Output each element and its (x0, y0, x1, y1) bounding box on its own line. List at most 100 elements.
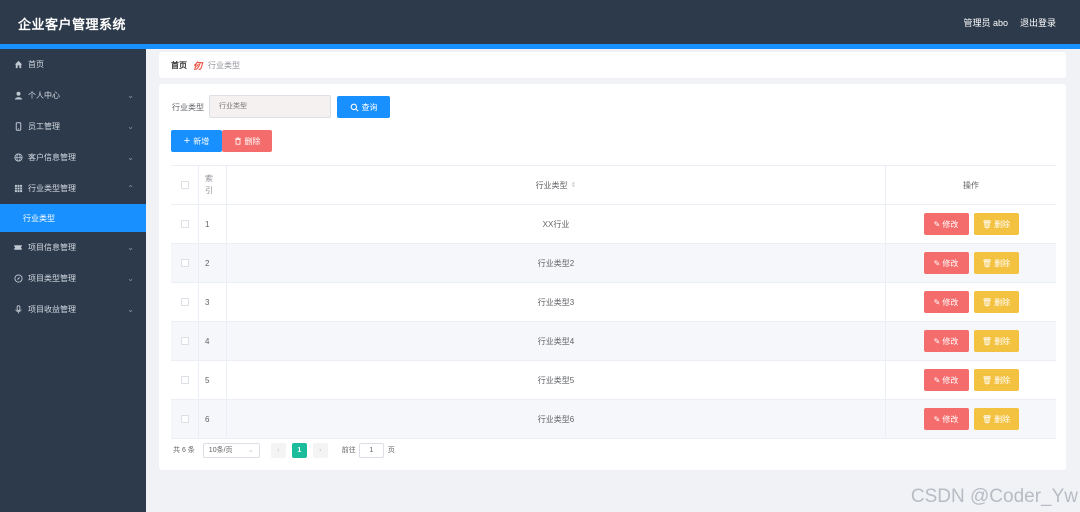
chevron-down-icon: ⌄ (127, 153, 134, 162)
header-ops: 操作 (963, 180, 979, 190)
delete-button[interactable]: 🗑 删除 (973, 252, 1019, 274)
header-accent-bar (0, 44, 1080, 49)
row-checkbox[interactable] (180, 415, 189, 423)
trash-icon: 🗑 (981, 258, 993, 268)
edit-icon: ✎ (933, 297, 941, 307)
edit-button[interactable]: ✎ 修改 (923, 252, 969, 274)
sidebar-item-label: 首页 (28, 60, 44, 69)
industry-type-search-input[interactable] (209, 95, 331, 118)
breadcrumb: 首页 仞 行业类型 (159, 52, 1066, 78)
pagination-total: 共 6 条 (173, 447, 195, 454)
edit-button[interactable]: ✎ 修改 (923, 408, 969, 430)
edit-button[interactable]: ✎ 修改 (923, 330, 969, 352)
edit-label: 修改 (942, 258, 959, 268)
csdn-watermark: CSDN @Coder_Yw (910, 486, 1078, 507)
edit-label: 修改 (942, 219, 959, 229)
delete-label: 删除 (994, 297, 1011, 307)
chevron-down-icon: ⌄ (127, 274, 134, 283)
delete-button[interactable]: 🗑 删除 (973, 330, 1019, 352)
sidebar-item-personal-center[interactable]: 个人中心 ⌄ (0, 80, 146, 111)
delete-button[interactable]: 🗑 删除 (973, 291, 1019, 313)
edit-label: 修改 (942, 375, 959, 385)
plus-icon: + (183, 135, 191, 147)
row-checkbox[interactable] (180, 298, 189, 306)
batch-delete-button[interactable]: 删除 (222, 130, 272, 152)
trash-icon: 🗑 (981, 336, 993, 346)
delete-label: 删除 (994, 219, 1011, 229)
sidebar-item-label: 项目类型管理 (28, 274, 76, 283)
edit-label: 修改 (942, 336, 959, 346)
sidebar-item-project-revenue[interactable]: 项目收益管理 ⌄ (0, 294, 146, 325)
sidebar-item-industry-type[interactable]: 行业类型 (0, 204, 146, 232)
edit-button[interactable]: ✎ 修改 (923, 213, 969, 235)
prev-page-button[interactable]: ‹ (270, 442, 286, 458)
edit-icon: ✎ (933, 336, 941, 346)
query-button-label: 查询 (361, 102, 378, 112)
row-type: XX行业 (542, 219, 570, 229)
sidebar-item-project-info[interactable]: 项目信息管理 ⌄ (0, 232, 146, 263)
sidebar-item-industry-type-mgmt[interactable]: 行业类型管理 ⌃ (0, 173, 146, 204)
add-button[interactable]: + 新增 (171, 130, 222, 152)
top-header: 企业客户管理系统 管理员 abo 退出登录 (0, 0, 1080, 44)
edit-label: 修改 (942, 414, 959, 424)
chevron-down-icon: ⌄ (127, 122, 134, 131)
row-index: 5 (205, 375, 210, 385)
goto-page-input[interactable]: 1 (358, 442, 384, 458)
sidebar-item-label: 项目信息管理 (28, 243, 76, 252)
home-icon (13, 60, 23, 70)
delete-button[interactable]: 🗑 删除 (973, 369, 1019, 391)
compass-icon (13, 274, 23, 284)
trash-icon: 🗑 (981, 219, 993, 229)
select-all-checkbox[interactable] (180, 181, 189, 189)
row-index: 1 (205, 219, 210, 229)
delete-label: 删除 (994, 336, 1011, 346)
chevron-up-icon: ⌃ (127, 184, 134, 193)
trash-icon: 🗑 (981, 414, 993, 424)
search-label: 行业类型 (172, 103, 204, 112)
page-number-current[interactable]: 1 (291, 442, 307, 458)
query-button[interactable]: 查询 (337, 96, 390, 118)
delete-button[interactable]: 🗑 删除 (973, 213, 1019, 235)
page-size-select[interactable]: 10条/页 ⌄ (202, 442, 260, 458)
user-icon (13, 91, 23, 101)
grid-icon (13, 184, 23, 194)
row-index: 6 (205, 414, 210, 424)
goto-suffix: 页 (387, 447, 395, 454)
row-index: 3 (205, 297, 210, 307)
breadcrumb-home[interactable]: 首页 (171, 60, 187, 71)
delete-label: 删除 (994, 414, 1011, 424)
sidebar-item-label: 个人中心 (28, 91, 60, 100)
edit-button[interactable]: ✎ 修改 (923, 291, 969, 313)
delete-button[interactable]: 🗑 删除 (973, 408, 1019, 430)
table-row: 3 行业类型3 ✎ 修改 🗑 删除 (171, 283, 1056, 322)
chevron-left-icon: ‹ (277, 446, 280, 454)
row-checkbox[interactable] (180, 259, 189, 267)
row-type: 行业类型4 (537, 336, 575, 346)
header-type-cell[interactable]: 行业类型 ⇕ (227, 166, 886, 204)
edit-icon: ✎ (933, 414, 941, 424)
trash-icon (234, 137, 241, 145)
sort-icon[interactable]: ⇕ (571, 181, 577, 189)
mic-icon (13, 305, 23, 315)
industry-type-table: 索 引 行业类型 ⇕ 操作 1 XX行业 ✎ 修改 🗑 删除 2 行业类型2 ✎ 修改… (171, 165, 1056, 439)
sidebar-item-home[interactable]: 首页 (0, 49, 146, 80)
next-page-button[interactable]: › (312, 442, 328, 458)
row-checkbox[interactable] (180, 376, 189, 384)
edit-icon: ✎ (933, 375, 941, 385)
table-row: 2 行业类型2 ✎ 修改 🗑 删除 (171, 244, 1056, 283)
chevron-down-icon: ⌄ (247, 447, 254, 454)
row-checkbox[interactable] (180, 220, 189, 228)
sidebar-item-project-type[interactable]: 项目类型管理 ⌄ (0, 263, 146, 294)
app-title: 企业客户管理系统 (18, 17, 127, 32)
chevron-down-icon: ⌄ (127, 305, 134, 314)
edit-icon: ✎ (933, 258, 941, 268)
logout-link[interactable]: 退出登录 (1020, 16, 1056, 29)
breadcrumb-current: 行业类型 (208, 60, 241, 70)
sidebar-item-customer[interactable]: 客户信息管理 ⌄ (0, 142, 146, 173)
row-checkbox[interactable] (180, 337, 189, 345)
sidebar-item-employee[interactable]: 员工管理 ⌄ (0, 111, 146, 142)
edit-label: 修改 (942, 297, 959, 307)
edit-button[interactable]: ✎ 修改 (923, 369, 969, 391)
goto-prefix: 前往 (341, 447, 356, 454)
phone-icon (13, 122, 23, 132)
